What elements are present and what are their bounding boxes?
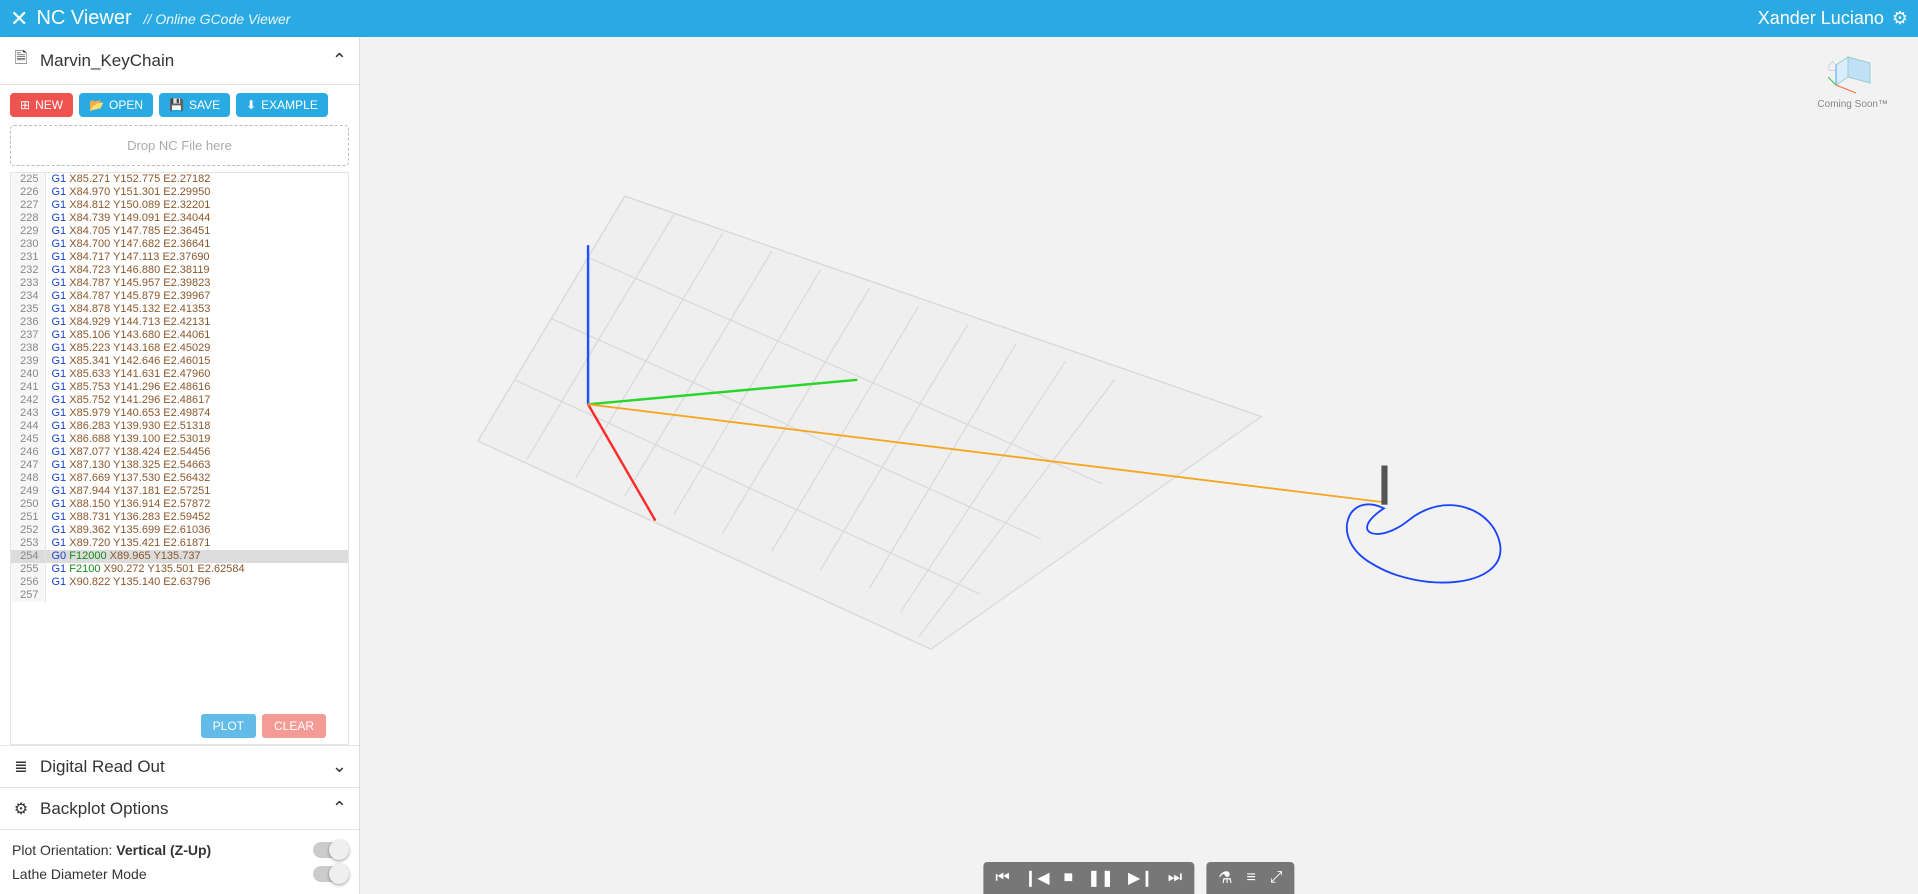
backplot-title: Backplot Options (40, 799, 169, 819)
app-subtitle: // Online GCode Viewer (144, 11, 291, 27)
dropzone[interactable]: Drop NC File here (10, 125, 349, 166)
gcode-line[interactable]: 243G1 X85.979 Y140.653 E2.49874 (11, 407, 348, 420)
dro-panel-header[interactable]: ≣ Digital Read Out ⌄ (0, 745, 359, 788)
skip-end-icon[interactable]: ⏭ (1168, 869, 1182, 887)
gcode-line[interactable]: 226G1 X84.970 Y151.301 E2.29950 (11, 186, 348, 199)
orientation-toggle[interactable] (313, 842, 347, 858)
chevron-up-icon: ⌃ (332, 798, 347, 819)
gcode-line[interactable]: 238G1 X85.223 Y143.168 E2.45029 (11, 342, 348, 355)
dro-icon: ≣ (12, 757, 30, 777)
clear-button[interactable]: CLEAR (262, 714, 326, 738)
playback-controls: ⏮ ❙◀ ■ ❚❚ ▶❙ ⏭ ⚗ ≡ ⤢ (983, 862, 1294, 894)
gcode-line[interactable]: 256G1 X90.822 Y135.140 E2.63796 (11, 576, 348, 589)
plot-button[interactable]: PLOT (201, 714, 256, 738)
orientation-cube[interactable]: Coming Soon™ (1817, 47, 1888, 110)
stop-icon[interactable]: ■ (1064, 869, 1074, 887)
step-back-icon[interactable]: ❙◀ (1024, 868, 1050, 888)
download-icon: ⬇ (246, 98, 256, 112)
lathe-toggle[interactable] (313, 866, 347, 882)
gcode-line[interactable]: 249G1 X87.944 Y137.181 E2.57251 (11, 485, 348, 498)
expand-icon[interactable]: ⤢ (1270, 869, 1283, 887)
open-icon: 📂 (89, 98, 104, 112)
example-button[interactable]: ⬇EXAMPLE (236, 93, 328, 117)
gcode-line[interactable]: 253G1 X89.720 Y135.421 E2.61871 (11, 537, 348, 550)
gcode-line[interactable]: 240G1 X85.633 Y141.631 E2.47960 (11, 368, 348, 381)
orientation-value: Vertical (Z-Up) (116, 842, 211, 858)
backplot-panel-header[interactable]: ⚙ Backplot Options ⌃ (0, 788, 359, 830)
user-name[interactable]: Xander Luciano (1758, 8, 1884, 29)
file-panel-header[interactable]: 🗎 Marvin_KeyChain ⌃ (0, 37, 359, 85)
skip-start-icon[interactable]: ⏮ (995, 869, 1009, 887)
gcode-line[interactable]: 227G1 X84.812 Y150.089 E2.32201 (11, 199, 348, 212)
file-panel-body: ⊞NEW 📂OPEN 💾SAVE ⬇EXAMPLE Drop NC File h… (0, 85, 359, 745)
new-button[interactable]: ⊞NEW (10, 93, 73, 117)
app-title: NC Viewer (36, 7, 131, 30)
gcode-line[interactable]: 230G1 X84.700 Y147.682 E2.36641 (11, 238, 348, 251)
gcode-line[interactable]: 237G1 X85.106 Y143.680 E2.44061 (11, 329, 348, 342)
options-icon: ⚙ (12, 799, 30, 819)
lathe-label: Lathe Diameter Mode (12, 866, 147, 882)
chevron-up-icon: ⌃ (332, 50, 347, 71)
gcode-line[interactable]: 247G1 X87.130 Y138.325 E2.54663 (11, 459, 348, 472)
gcode-line[interactable]: 225G1 X85.271 Y152.775 E2.27182 (11, 173, 348, 186)
chevron-down-icon: ⌄ (332, 756, 347, 777)
scene-svg (360, 37, 1918, 894)
sliders-icon[interactable]: ≡ (1246, 869, 1255, 887)
orientation-label: Plot Orientation: (12, 842, 112, 858)
gcode-line[interactable]: 251G1 X88.731 Y136.283 E2.59452 (11, 511, 348, 524)
gcode-line[interactable]: 239G1 X85.341 Y142.646 E2.46015 (11, 355, 348, 368)
gcode-line[interactable]: 245G1 X86.688 Y139.100 E2.53019 (11, 433, 348, 446)
gcode-line[interactable]: 235G1 X84.878 Y145.132 E2.41353 (11, 303, 348, 316)
coming-soon-label: Coming Soon™ (1817, 99, 1888, 110)
gcode-line[interactable]: 254G0 F12000 X89.965 Y135.737 (11, 550, 348, 563)
gcode-line[interactable]: 250G1 X88.150 Y136.914 E2.57872 (11, 498, 348, 511)
save-button[interactable]: 💾SAVE (159, 93, 230, 117)
viewport[interactable]: ⌂ Coming Soon™ ⏮ ❙◀ ■ ❚❚ ▶❙ ⏭ ⚗ (360, 37, 1918, 894)
file-name: Marvin_KeyChain (40, 51, 174, 71)
save-icon: 💾 (169, 98, 184, 112)
gear-icon[interactable]: ⚙ (1892, 8, 1908, 29)
sidebar: 🗎 Marvin_KeyChain ⌃ ⊞NEW 📂OPEN 💾SAVE ⬇EX… (0, 37, 360, 894)
gcode-line[interactable]: 232G1 X84.723 Y146.880 E2.38119 (11, 264, 348, 277)
file-icon: 🗎 (12, 47, 30, 74)
dro-title: Digital Read Out (40, 757, 165, 777)
gcode-line[interactable]: 241G1 X85.753 Y141.296 E2.48616 (11, 381, 348, 394)
new-icon: ⊞ (20, 98, 30, 112)
gcode-line[interactable]: 229G1 X84.705 Y147.785 E2.36451 (11, 225, 348, 238)
open-button[interactable]: 📂OPEN (79, 93, 153, 117)
gcode-line[interactable]: 257 (11, 589, 348, 602)
gcode-line[interactable]: 246G1 X87.077 Y138.424 E2.54456 (11, 446, 348, 459)
gcode-line[interactable]: 233G1 X84.787 Y145.957 E2.39823 (11, 277, 348, 290)
backplot-panel-body: Plot Orientation: Vertical (Z-Up) Lathe … (0, 830, 359, 894)
gcode-line[interactable]: 234G1 X84.787 Y145.879 E2.39967 (11, 290, 348, 303)
gcode-line[interactable]: 252G1 X89.362 Y135.699 E2.61036 (11, 524, 348, 537)
gcode-line[interactable]: 244G1 X86.283 Y139.930 E2.51318 (11, 420, 348, 433)
gcode-line[interactable]: 248G1 X87.669 Y137.530 E2.56432 (11, 472, 348, 485)
step-fwd-icon[interactable]: ▶❙ (1128, 868, 1154, 888)
gcode-line[interactable]: 242G1 X85.752 Y141.296 E2.48617 (11, 394, 348, 407)
app-header: ✕ NC Viewer // Online GCode Viewer Xande… (0, 0, 1918, 37)
pause-icon[interactable]: ❚❚ (1087, 868, 1114, 888)
gcode-line[interactable]: 255G1 F2100 X90.272 Y135.501 E2.62584 (11, 563, 348, 576)
gcode-line[interactable]: 228G1 X84.739 Y149.091 E2.34044 (11, 212, 348, 225)
gcode-line[interactable]: 236G1 X84.929 Y144.713 E2.42131 (11, 316, 348, 329)
gcode-line[interactable]: 231G1 X84.717 Y147.113 E2.37690 (11, 251, 348, 264)
flask-icon[interactable]: ⚗ (1218, 868, 1232, 888)
close-icon[interactable]: ✕ (10, 8, 28, 30)
gcode-editor[interactable]: 225G1 X85.271 Y152.775 E2.27182226G1 X84… (10, 172, 349, 745)
